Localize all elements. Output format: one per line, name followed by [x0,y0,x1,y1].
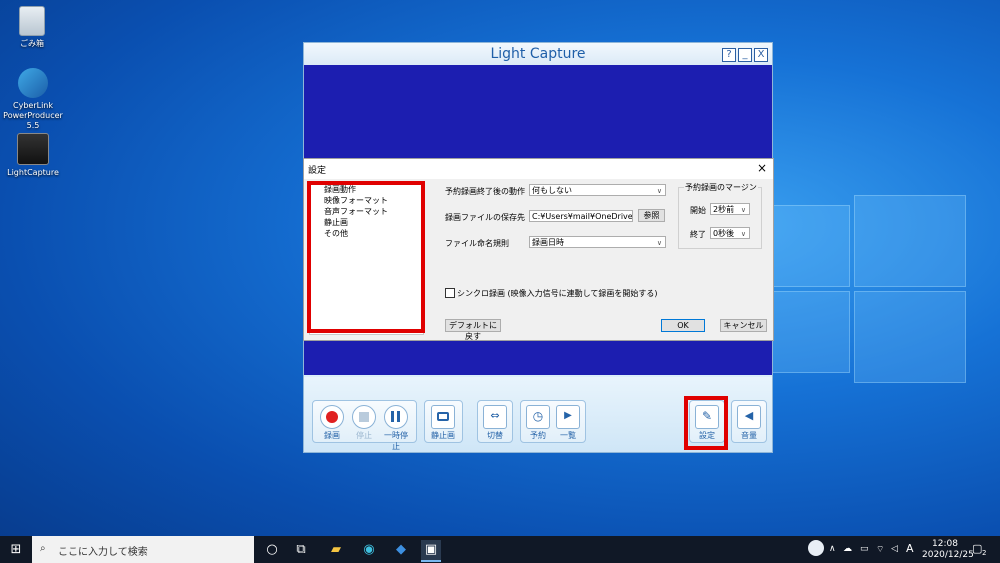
record-control-group: 録画 停止 一時停止 [312,400,417,451]
switch-icon: ⇔ [483,405,507,429]
clock-date[interactable]: 2020/12/25 [922,550,974,560]
sync-record-checkbox[interactable] [445,288,455,298]
stop-icon [352,405,376,429]
chevron-down-icon: ∨ [656,239,662,247]
browse-button[interactable]: 参照 [638,209,665,222]
margin-start-label: 開始 [690,206,706,215]
switch-control-group: ⇔ 切替 [477,400,513,443]
start-button[interactable]: ⊞ [6,540,26,560]
camera-icon [431,405,455,429]
speaker-icon: ◀ [737,405,761,429]
taskbar-search-box[interactable]: ⌕ ここに入力して検索 [32,536,254,563]
file-explorer-icon[interactable]: ▰ [326,540,346,560]
pause-button[interactable]: 一時停止 [381,405,411,452]
speaker-tray-icon[interactable]: ◁ [891,544,898,554]
pause-label: 一時停止 [384,431,408,451]
search-placeholder: ここに入力して検索 [58,547,148,558]
record-label: 録画 [324,431,340,440]
after-schedule-value: 何もしない [532,186,572,195]
after-schedule-select[interactable]: 何もしない ∨ [529,184,666,196]
taskbar: ⊞ ⌕ ここに入力して検索 ○ ⧉ ▰ ◉ ◆ ▣ ∧ ☁ ▭ ⌔ ◁ A 12… [0,536,1000,563]
recycle-bin-icon[interactable]: ごみ箱 [0,6,67,49]
margin-end-value: 0秒後 [713,229,735,238]
clock-icon: ◷ [526,405,550,429]
recycle-bin-label: ごみ箱 [20,39,44,48]
stop-button[interactable]: 停止 [349,405,379,441]
chevron-up-icon[interactable]: ∧ [829,544,836,554]
record-button[interactable]: 録画 [317,405,347,441]
wifi-icon[interactable]: ⌔ [876,544,884,555]
cyberlink-powerproducer-label: CyberLink PowerProducer 5.5 [3,101,63,130]
lightcapture-taskbar-icon[interactable]: ▣ [421,540,441,562]
battery-icon[interactable]: ▭ [860,544,869,554]
pause-icon [384,405,408,429]
tree-highlight-box [307,181,425,333]
settings-dialog-title: 設定 [308,166,327,176]
list-icon: ▶ [556,405,580,429]
naming-rule-value: 録画日時 [532,238,564,247]
list-label: 一覧 [560,431,576,440]
schedule-button[interactable]: ◷ 予約 [523,405,553,441]
clock-time[interactable]: 12:08 [932,539,958,549]
cancel-button[interactable]: キャンセル [720,319,767,332]
naming-rule-select[interactable]: 録画日時 ∨ [529,236,666,248]
after-schedule-label: 予約録画終了後の動作 [445,187,525,196]
margin-start-value: 2秒前 [713,205,735,214]
search-icon: ⌕ [40,543,46,554]
ok-button[interactable]: OK [661,319,705,332]
app-title-bar: Light Capture ? _ X [304,43,772,65]
schedule-control-group: ◷ 予約 ▶ 一覧 [520,400,586,443]
save-path-input[interactable]: C:¥Users¥mail¥OneDrive¥ドキ [529,210,633,222]
chevron-down-icon: ∨ [740,206,746,214]
app-title: Light Capture [490,46,586,62]
dropbox-icon[interactable]: ◆ [391,540,411,560]
list-button[interactable]: ▶ 一覧 [553,405,583,441]
help-tray-icon[interactable] [808,540,824,556]
sync-record-label: シンクロ録画 (映像入力信号に連動して録画を開始する) [457,289,658,298]
edge-icon[interactable]: ◉ [359,540,379,560]
chevron-down-icon: ∨ [656,187,662,195]
volume-label: 音量 [741,431,757,440]
switch-button[interactable]: ⇔ 切替 [480,405,510,441]
settings-dialog-title-bar: 設定 × [304,159,773,179]
windows-logo-wallpaper [740,195,970,385]
save-path-label: 録画ファイルの保存先 [445,213,525,222]
margin-end-select[interactable]: 0秒後 ∨ [710,227,750,239]
schedule-label: 予約 [530,431,546,440]
stop-label: 停止 [356,431,372,440]
still-control-group: 静止画 [424,400,463,443]
cyberlink-powerproducer-icon[interactable]: CyberLink PowerProducer 5.5 [0,68,68,131]
volume-control-group: ◀ 音量 [731,400,767,443]
notification-icon[interactable]: ▢ [972,542,982,555]
notification-count: 2 [982,549,987,557]
settings-dialog-close-icon[interactable]: × [757,161,767,175]
schedule-margin-label: 予約録画のマージン [684,182,758,193]
volume-button[interactable]: ◀ 音量 [734,405,764,441]
record-icon [320,405,344,429]
switch-label: 切替 [487,431,503,440]
settings-dialog: 設定 × 録画動作 映像フォーマット 音声フォーマット 静止画 その他 予約録画… [303,158,774,341]
naming-rule-label: ファイル命名規則 [445,239,509,248]
chevron-down-icon: ∨ [740,230,746,238]
lightcapture-desktop-label: LightCapture [7,168,59,177]
cortana-icon[interactable]: ○ [262,540,282,560]
task-view-icon[interactable]: ⧉ [291,540,311,560]
settings-highlight-box [684,396,728,450]
restore-defaults-button[interactable]: デフォルトに戻す [445,319,501,341]
cloud-icon[interactable]: ☁ [843,544,852,554]
ime-indicator[interactable]: A [906,542,914,555]
help-button[interactable]: ? [722,48,736,62]
save-path-value: C:¥Users¥mail¥OneDrive¥ドキ [532,212,633,221]
minimize-button[interactable]: _ [738,48,752,62]
still-image-label: 静止画 [431,431,455,440]
margin-start-select[interactable]: 2秒前 ∨ [710,203,750,215]
lightcapture-desktop-icon[interactable]: LightCapture [0,133,68,178]
still-image-button[interactable]: 静止画 [428,405,458,441]
margin-end-label: 終了 [690,230,706,239]
close-button[interactable]: X [754,48,768,62]
